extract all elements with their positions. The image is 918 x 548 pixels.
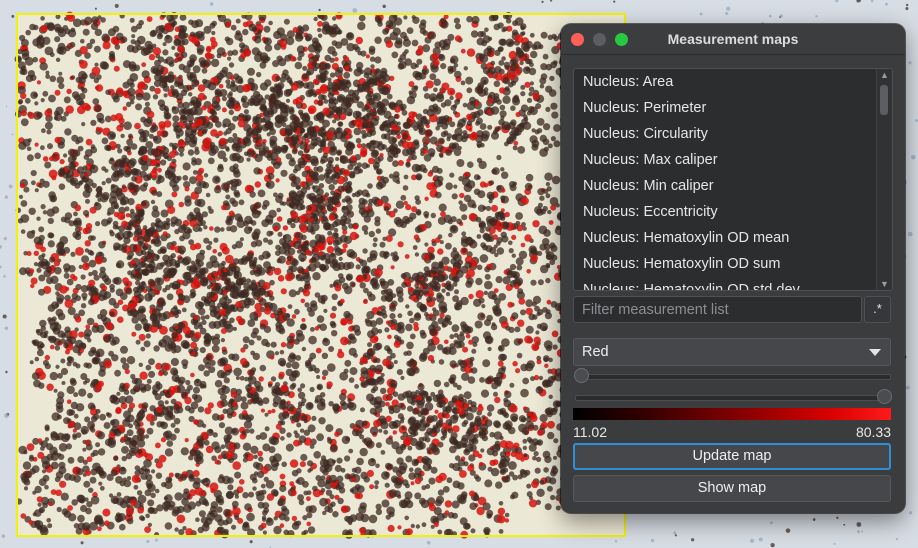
show-map-button[interactable]: Show map xyxy=(573,475,891,502)
list-item[interactable]: Nucleus: Max caliper xyxy=(583,147,718,173)
max-slider-thumb[interactable] xyxy=(877,389,892,404)
max-slider[interactable] xyxy=(575,389,892,404)
scroll-down-icon[interactable]: ▼ xyxy=(879,279,890,289)
measurement-list[interactable]: Nucleus: Area Nucleus: Perimeter Nucleus… xyxy=(573,68,893,291)
list-item[interactable]: Nucleus: Eccentricity xyxy=(583,199,718,225)
chevron-down-icon xyxy=(869,349,881,356)
list-item[interactable]: Nucleus: Circularity xyxy=(583,121,708,147)
list-item[interactable]: Nucleus: Perimeter xyxy=(583,95,706,121)
range-max-label: 80.33 xyxy=(855,424,891,440)
title-bar[interactable]: Measurement maps xyxy=(561,24,905,55)
list-item[interactable]: Nucleus: Area xyxy=(583,69,673,95)
measurement-maps-dialog: Measurement maps Nucleus: Area Nucleus: … xyxy=(561,24,905,513)
scroll-thumb[interactable] xyxy=(880,85,888,115)
colormap-select[interactable]: Red xyxy=(573,338,891,366)
colormap-value: Red xyxy=(582,344,609,360)
list-item[interactable]: Nucleus: Hematoxylin OD sum xyxy=(583,251,780,277)
filter-measurement-input[interactable] xyxy=(573,296,862,323)
dialog-title: Measurement maps xyxy=(667,31,799,47)
list-item[interactable]: Nucleus: Hematoxylin OD mean xyxy=(583,225,789,251)
list-item[interactable]: Nucleus: Min caliper xyxy=(583,173,714,199)
scroll-up-icon[interactable]: ▲ xyxy=(879,70,890,80)
list-item[interactable]: Nucleus: Hematoxylin OD std dev xyxy=(583,277,800,290)
list-scrollbar[interactable]: ▲ ▼ xyxy=(876,69,892,290)
update-map-button[interactable]: Update map xyxy=(573,443,891,470)
min-slider-thumb[interactable] xyxy=(574,368,589,383)
range-min-label: 11.02 xyxy=(573,424,607,440)
regex-toggle-button[interactable]: .* xyxy=(864,296,891,323)
colormap-bar xyxy=(573,408,891,420)
min-slider[interactable] xyxy=(574,368,891,383)
